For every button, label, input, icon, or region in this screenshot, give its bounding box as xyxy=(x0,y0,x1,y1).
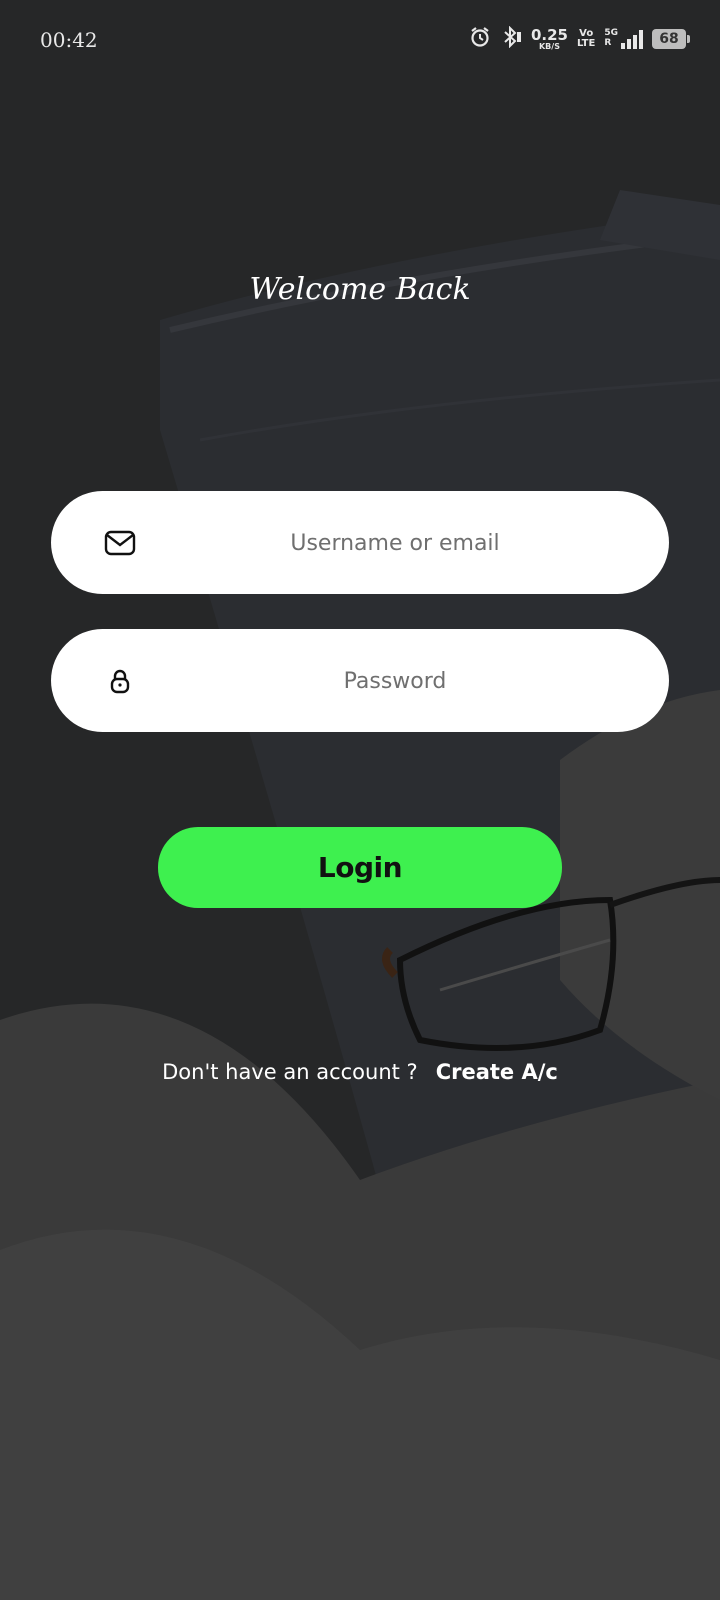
status-time: 00:42 xyxy=(40,28,98,52)
signup-row: Don't have an account ? Create A/c xyxy=(0,1060,720,1084)
password-input[interactable] xyxy=(161,629,629,734)
battery-level: 68 xyxy=(659,31,679,47)
signal-icon: 5G R xyxy=(604,28,643,49)
battery-icon: 68 xyxy=(652,29,690,49)
lock-icon xyxy=(103,664,137,698)
net-speed-value: 0.25 xyxy=(530,25,568,44)
username-input[interactable] xyxy=(161,491,629,596)
bluetooth-icon xyxy=(500,25,522,52)
welcome-title: Welcome Back xyxy=(249,272,471,307)
login-button[interactable]: Login xyxy=(158,827,562,908)
net-speed: 0.25 KB/S xyxy=(530,25,568,51)
no-account-prompt: Don't have an account ? xyxy=(162,1060,418,1084)
background-photo xyxy=(0,0,720,1600)
roaming-indicator: R xyxy=(604,38,612,48)
create-account-link[interactable]: Create A/c xyxy=(436,1060,558,1084)
password-field[interactable] xyxy=(51,629,669,734)
alarm-icon xyxy=(469,26,491,52)
mail-icon xyxy=(103,526,137,560)
volte-bottom: LTE xyxy=(576,38,596,49)
username-field[interactable] xyxy=(51,491,669,596)
net-speed-unit: KB/S xyxy=(538,41,560,51)
status-bar: 00:42 0.25 KB/S Vo LTE 5G R 68 xyxy=(0,0,720,80)
login-screen: 00:42 0.25 KB/S Vo LTE 5G R 68 Welcome B… xyxy=(0,0,720,1600)
volte-indicator: Vo LTE xyxy=(577,29,595,49)
status-icons: 0.25 KB/S Vo LTE 5G R 68 xyxy=(469,25,690,52)
